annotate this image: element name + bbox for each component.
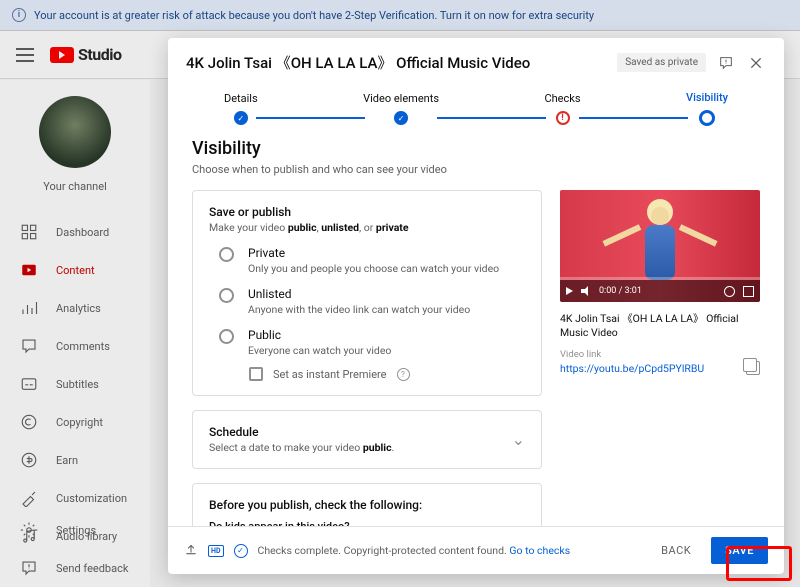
send-feedback-icon[interactable] xyxy=(716,53,736,73)
option-label: Private xyxy=(248,246,499,260)
modal-body[interactable]: Visibility Choose when to publish and wh… xyxy=(168,138,784,526)
section-subtitle: Choose when to publish and who can see y… xyxy=(192,163,760,176)
footer-status: Checks complete. Copyright-protected con… xyxy=(258,544,571,557)
save-publish-card: Save or publish Make your video public, … xyxy=(192,190,542,396)
premiere-checkbox-row[interactable]: Set as instant Premiere ? xyxy=(249,367,525,381)
card-subtitle: Make your video public, unlisted, or pri… xyxy=(209,221,525,234)
radio-icon xyxy=(219,288,234,303)
step-checks[interactable]: Checks xyxy=(544,92,580,125)
go-to-checks-link[interactable]: Go to checks xyxy=(509,544,570,557)
check-icon xyxy=(394,111,408,125)
video-preview[interactable]: 0:00 / 3:01 xyxy=(560,190,760,302)
check-circle-icon: ✓ xyxy=(234,544,248,558)
close-icon[interactable] xyxy=(746,53,766,73)
step-visibility[interactable]: Visibility xyxy=(686,91,728,126)
before-publish-card: Before you publish, check the following:… xyxy=(192,483,542,526)
video-link[interactable]: https://youtu.be/pCpd5PYlRBU xyxy=(560,362,704,375)
radio-unlisted[interactable]: Unlisted Anyone with the video link can … xyxy=(219,287,525,316)
step-video-elements[interactable]: Video elements xyxy=(363,92,439,125)
warning-icon xyxy=(556,111,570,125)
upload-icon xyxy=(184,542,198,559)
radio-public[interactable]: Public Everyone can watch your video xyxy=(219,328,525,357)
check-icon xyxy=(234,111,248,125)
schedule-card[interactable]: Schedule Select a date to make your vide… xyxy=(192,410,542,469)
premiere-label: Set as instant Premiere xyxy=(273,368,387,381)
step-details[interactable]: Details xyxy=(224,92,258,125)
help-icon[interactable]: ? xyxy=(397,368,410,381)
modal-footer: HD ✓ Checks complete. Copyright-protecte… xyxy=(168,526,784,574)
volume-icon[interactable] xyxy=(581,286,591,296)
preview-panel: 0:00 / 3:01 4K Jolin Tsai 《OH LA LA LA》 … xyxy=(560,190,760,526)
save-button[interactable]: SAVE xyxy=(711,537,768,564)
card-title: Before you publish, check the following: xyxy=(209,498,525,512)
radio-private[interactable]: Private Only you and people you choose c… xyxy=(219,246,525,275)
video-link-label: Video link xyxy=(560,349,760,360)
step-connector xyxy=(256,117,365,119)
saved-badge: Saved as private xyxy=(617,53,706,72)
step-connector xyxy=(437,117,546,119)
play-icon[interactable] xyxy=(566,287,573,295)
radio-icon xyxy=(219,329,234,344)
card-subtitle: Select a date to make your video public. xyxy=(209,441,394,454)
hd-icon: HD xyxy=(208,545,224,557)
back-button[interactable]: BACK xyxy=(651,538,701,563)
option-desc: Anyone with the video link can watch you… xyxy=(248,303,470,316)
step-connector xyxy=(579,117,688,119)
option-label: Unlisted xyxy=(248,287,470,301)
settings-icon[interactable] xyxy=(724,286,735,297)
option-desc: Everyone can watch your video xyxy=(248,344,391,357)
radio-icon xyxy=(219,247,234,262)
time-display: 0:00 / 3:01 xyxy=(599,286,642,296)
chevron-down-icon: ⌄ xyxy=(512,430,525,449)
section-title: Visibility xyxy=(192,138,760,159)
option-label: Public xyxy=(248,328,391,342)
upload-modal: 4K Jolin Tsai 《OH LA LA LA》 Official Mus… xyxy=(168,38,784,574)
current-step-icon xyxy=(699,110,715,126)
card-title: Schedule xyxy=(209,425,394,439)
checkbox-icon xyxy=(249,367,263,381)
player-controls: 0:00 / 3:01 xyxy=(560,280,760,302)
card-title: Save or publish xyxy=(209,205,525,219)
copy-icon[interactable] xyxy=(746,361,760,375)
modal-header: 4K Jolin Tsai 《OH LA LA LA》 Official Mus… xyxy=(168,38,784,87)
fullscreen-icon[interactable] xyxy=(743,286,754,297)
modal-title: 4K Jolin Tsai 《OH LA LA LA》 Official Mus… xyxy=(186,52,607,73)
preview-title: 4K Jolin Tsai 《OH LA LA LA》 Official Mus… xyxy=(560,312,760,339)
option-desc: Only you and people you choose can watch… xyxy=(248,262,499,275)
upload-stepper: Details Video elements Checks Visibility xyxy=(168,87,784,138)
